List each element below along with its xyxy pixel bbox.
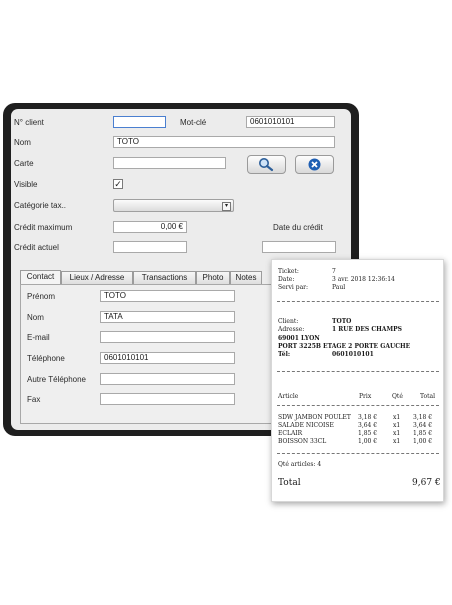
credit-actuel-label: Crédit actuel xyxy=(14,243,59,252)
receipt-total-label: Total xyxy=(278,478,301,488)
clear-button[interactable] xyxy=(295,155,334,174)
prenom-field[interactable]: TOTO xyxy=(100,290,235,302)
autre-telephone-label: Autre Téléphone xyxy=(27,375,87,384)
autre-telephone-field[interactable] xyxy=(100,373,235,385)
n-client-field[interactable] xyxy=(113,116,166,128)
receipt-col-prix: Prix xyxy=(359,393,372,400)
receipt-item-price: 3,64 € xyxy=(358,422,378,429)
receipt-item-price: 3,18 € xyxy=(358,414,378,421)
tab-transactions[interactable]: Transactions xyxy=(133,271,196,284)
receipt-divider xyxy=(277,301,439,302)
visible-label: Visible xyxy=(14,180,38,189)
receipt-client-value: TOTO xyxy=(332,318,352,325)
receipt-client-label: Client: xyxy=(278,318,299,325)
date-credit-field[interactable] xyxy=(262,241,336,253)
receipt-item-name: SDW JAMBON POULET xyxy=(278,414,351,421)
tab-photo[interactable]: Photo xyxy=(196,271,230,284)
receipt-adresse-line3: PORT 3225B ETAGE 2 PORTE GAUCHE xyxy=(278,343,411,350)
categorie-select[interactable]: ▾ xyxy=(113,199,234,212)
fax-field[interactable] xyxy=(100,393,235,405)
nom-label: Nom xyxy=(14,138,31,147)
close-icon xyxy=(308,158,321,171)
carte-label: Carte xyxy=(14,159,34,168)
receipt-item-price: 1,00 € xyxy=(358,438,378,445)
receipt-servi-label: Servi par: xyxy=(278,284,309,291)
receipt-item-total: 3,64 € xyxy=(413,422,433,429)
receipt-item-name: BOISSON 33CL xyxy=(278,438,327,445)
receipt-tel-label: Tél: xyxy=(278,351,291,358)
receipt-col-article: Article xyxy=(278,393,299,400)
carte-field[interactable] xyxy=(113,157,226,169)
receipt-ticket-label: Ticket: xyxy=(278,268,299,275)
contact-nom-label: Nom xyxy=(27,313,44,322)
receipt-divider xyxy=(277,405,439,406)
receipt-item-total: 3,18 € xyxy=(413,414,433,421)
receipt-item-name: SALADE NICOISE xyxy=(278,422,334,429)
receipt-date-value: 3 avr. 2018 12:36:14 xyxy=(332,276,395,283)
credit-actuel-field[interactable] xyxy=(113,241,187,253)
receipt-item-price: 1,85 € xyxy=(358,430,378,437)
receipt-col-total: Total xyxy=(420,393,436,400)
receipt-ticket-value: 7 xyxy=(332,268,336,275)
receipt-item-name: ECLAIR xyxy=(278,430,303,437)
receipt-col-qte: Qté xyxy=(392,393,403,400)
email-label: E-mail xyxy=(27,333,50,342)
prenom-label: Prénom xyxy=(27,292,56,301)
receipt-item-qty: x1 xyxy=(393,414,401,421)
date-credit-label: Date du crédit xyxy=(273,223,323,232)
credit-max-label: Crédit maximum xyxy=(14,223,73,232)
receipt-adresse-label: Adresse: xyxy=(278,326,305,333)
categorie-label: Catégorie tax.. xyxy=(14,201,67,210)
receipt-tel-value: 0601010101 xyxy=(332,351,374,358)
tab-lieux-adresse[interactable]: Lieux / Adresse xyxy=(61,271,133,284)
receipt-date-label: Date: xyxy=(278,276,295,283)
motcle-label: Mot-clé xyxy=(180,118,207,127)
receipt-item-qty: x1 xyxy=(393,422,401,429)
contact-nom-field[interactable]: TATA xyxy=(100,311,235,323)
receipt-servi-value: Paul xyxy=(332,284,346,291)
telephone-label: Téléphone xyxy=(27,354,65,363)
fax-label: Fax xyxy=(27,395,41,404)
nom-field[interactable]: TOTO xyxy=(113,136,335,148)
receipt-qte-articles: Qté articles: 4 xyxy=(278,461,322,468)
receipt-divider xyxy=(277,453,439,454)
receipt: Ticket: 7 Date: 3 avr. 2018 12:36:14 Ser… xyxy=(271,259,444,502)
receipt-divider xyxy=(277,371,439,372)
motcle-field[interactable]: 0601010101 xyxy=(246,116,335,128)
search-icon xyxy=(259,158,274,172)
receipt-item-total: 1,85 € xyxy=(413,430,433,437)
receipt-item-qty: x1 xyxy=(393,438,401,445)
credit-max-field[interactable]: 0,00 € xyxy=(113,221,187,233)
visible-checkbox[interactable]: ✓ xyxy=(113,179,123,189)
email-field[interactable] xyxy=(100,331,235,343)
receipt-adresse-line1: 1 RUE DES CHAMPS xyxy=(332,326,402,333)
receipt-item-qty: x1 xyxy=(393,430,401,437)
telephone-field[interactable]: 0601010101 xyxy=(100,352,235,364)
tab-notes[interactable]: Notes xyxy=(230,271,262,284)
chevron-down-icon: ▾ xyxy=(222,202,231,211)
search-button[interactable] xyxy=(247,155,286,174)
receipt-item-total: 1,00 € xyxy=(413,438,433,445)
receipt-total-value: 9,67 € xyxy=(412,478,441,488)
receipt-adresse-line2: 69001 LYON xyxy=(278,335,320,342)
tab-contact[interactable]: Contact xyxy=(20,270,61,284)
n-client-label: N° client xyxy=(14,118,44,127)
